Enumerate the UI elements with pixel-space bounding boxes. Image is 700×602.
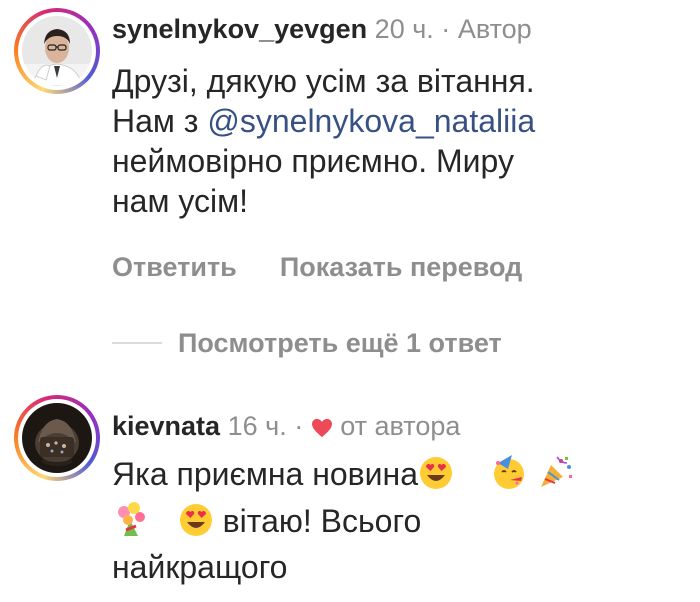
avatar (22, 16, 92, 86)
avatar-photo (22, 403, 92, 473)
heart-eyes-emoji (418, 455, 454, 500)
comment-synelnykov: synelnykov_yevgen 20 ч. · Автор Друзі, д… (0, 0, 700, 300)
from-author-label: от автора (340, 411, 461, 441)
author-label: Автор (457, 14, 532, 44)
avatar-photo (22, 16, 92, 86)
timestamp[interactable]: 20 ч. (375, 14, 434, 44)
comment-text-segment: Нам з (112, 103, 208, 139)
view-more-replies[interactable]: Посмотреть ещё 1 ответ (112, 326, 502, 360)
separator: · (441, 14, 451, 44)
avatar-border (18, 12, 96, 90)
avatar-ring[interactable] (14, 395, 100, 481)
comment-text-line: найкращого (112, 549, 288, 585)
comment-text-line: неймовірно приємно. Миру (112, 143, 514, 179)
comment-text-line: Друзі, дякую усім за вітання. (112, 63, 535, 99)
heart-icon (311, 412, 333, 446)
avatar (22, 403, 92, 473)
comment-text: Яка приємна новина вітаю! Всього найкращ… (112, 453, 692, 587)
bouquet-emoji (112, 500, 150, 547)
comment-meta: synelnykov_yevgen 20 ч. · Автор (112, 12, 532, 46)
timestamp[interactable]: 16 ч. (228, 411, 287, 441)
translate-button[interactable]: Показать перевод (280, 252, 523, 282)
comment-text-line: вітаю! Всього (112, 500, 692, 547)
party-popper-emoji (537, 453, 575, 500)
comment-actions: Ответить Показать перевод (112, 250, 522, 284)
comment-text-segment: Яка приємна новина (112, 456, 418, 492)
separator: · (294, 411, 304, 441)
heart-eyes-emoji (178, 502, 214, 547)
username[interactable]: kievnata (112, 411, 220, 441)
comment-text: Друзі, дякую усім за вітання. Нам з @syn… (112, 61, 692, 221)
mention-link[interactable]: @synelnykova_nataliia (207, 103, 535, 139)
comment-text-line: Нам з @synelnykova_nataliia (112, 101, 692, 141)
comment-meta: kievnata 16 ч. · от автора (112, 409, 460, 446)
partying-face-emoji (490, 453, 528, 500)
avatar-ring[interactable] (14, 8, 100, 94)
divider-line (112, 342, 162, 344)
comment-text-line: нам усім! (112, 183, 248, 219)
reply-button[interactable]: Ответить (112, 252, 237, 282)
avatar-border (18, 399, 96, 477)
username[interactable]: synelnykov_yevgen (112, 14, 367, 44)
comment-text-line: Яка приємна новина (112, 453, 692, 500)
comment-text-segment: вітаю! Всього (222, 503, 422, 539)
view-more-replies-label[interactable]: Посмотреть ещё 1 ответ (178, 326, 502, 360)
comment-kievnata: kievnata 16 ч. · от автора Яка приємна н… (0, 380, 700, 602)
